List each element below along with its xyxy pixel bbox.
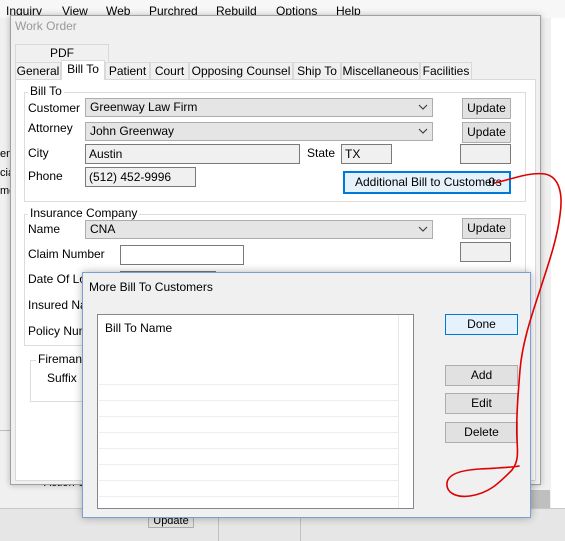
background-right-strip: [551, 18, 565, 541]
done-button[interactable]: Done: [445, 314, 518, 335]
list-row[interactable]: [99, 386, 398, 401]
window-title: Work Order: [15, 19, 77, 33]
insurance-update-button[interactable]: Update: [462, 218, 511, 239]
list-row[interactable]: [99, 370, 398, 385]
tab-opposing-counsel[interactable]: Opposing Counsel: [189, 62, 293, 80]
bill-to-names-list[interactable]: Bill To Name: [97, 314, 414, 509]
customer-value: Greenway Law Firm: [90, 100, 198, 114]
attorney-label: Attorney: [28, 121, 73, 135]
additional-bill-to-count: 0: [488, 175, 495, 189]
list-row[interactable]: [99, 418, 398, 433]
dialog-title: More Bill To Customers: [89, 280, 213, 294]
insurance-group-label: Insurance Company: [28, 206, 140, 220]
attorney-value: John Greenway: [90, 124, 175, 138]
city-field[interactable]: Austin: [85, 144, 300, 164]
tab-bill-to[interactable]: Bill To: [61, 60, 105, 80]
list-row[interactable]: [99, 402, 398, 417]
customer-combo[interactable]: Greenway Law Firm: [85, 98, 433, 117]
list-column-divider: [398, 315, 399, 508]
customer-label: Customer: [28, 101, 81, 115]
insurance-name-value: CNA: [90, 222, 116, 236]
more-bill-to-dialog: More Bill To Customers Bill To Name Done…: [82, 272, 531, 518]
background-scroll-strip: [530, 490, 550, 508]
customer-update-button[interactable]: Update: [462, 98, 511, 119]
add-button[interactable]: Add: [445, 365, 518, 386]
tab-ship-to[interactable]: Ship To: [293, 62, 341, 80]
phone-field[interactable]: (512) 452-9996: [85, 167, 196, 187]
suffix-label: Suffix: [47, 371, 77, 385]
phone-label: Phone: [28, 169, 63, 183]
chevron-down-icon: [418, 226, 428, 232]
list-row[interactable]: [99, 434, 398, 449]
bill-to-group-label: Bill To: [28, 84, 64, 98]
zip-field[interactable]: [460, 144, 511, 164]
chevron-down-icon: [418, 128, 428, 134]
tab-court[interactable]: Court: [150, 62, 189, 80]
edit-button[interactable]: Edit: [445, 393, 518, 414]
tab-facilities[interactable]: Facilities: [420, 62, 472, 80]
state-field[interactable]: TX: [341, 144, 392, 164]
delete-button[interactable]: Delete: [445, 422, 518, 443]
chevron-down-icon: [418, 104, 428, 110]
tab-patient[interactable]: Patient: [105, 62, 150, 80]
bill-to-name-column-header[interactable]: Bill To Name: [105, 321, 172, 335]
state-label: State: [307, 146, 336, 160]
insurance-name-combo[interactable]: CNA: [85, 220, 433, 239]
list-row[interactable]: [99, 482, 398, 497]
tab-general[interactable]: General: [15, 62, 61, 80]
claim-number-label: Claim Number: [28, 247, 105, 261]
insurance-name-label: Name: [28, 222, 61, 236]
additional-bill-to-button[interactable]: Additional Bill to Customers 0: [343, 171, 511, 194]
attorney-combo[interactable]: John Greenway: [85, 122, 433, 141]
insurance-extra-field[interactable]: [460, 242, 511, 262]
attorney-update-button[interactable]: Update: [462, 122, 511, 143]
tab-miscellaneous[interactable]: Miscellaneous: [341, 62, 420, 80]
additional-bill-to-label: Additional Bill to Customers: [355, 175, 502, 189]
list-row[interactable]: [99, 466, 398, 481]
claim-number-field[interactable]: [120, 245, 244, 265]
city-label: City: [28, 146, 49, 160]
list-row[interactable]: [99, 450, 398, 465]
